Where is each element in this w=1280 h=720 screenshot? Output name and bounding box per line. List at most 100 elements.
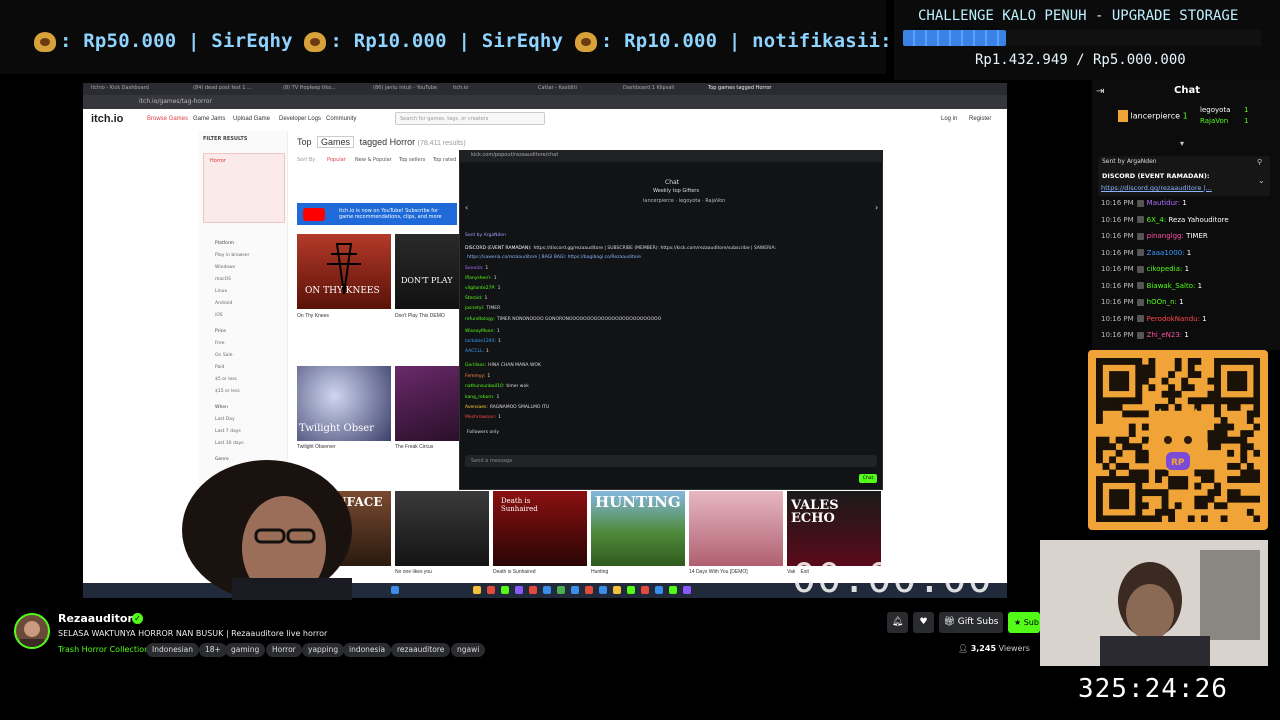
game-thumb-dont-play[interactable]: DON'T PLAY [395, 234, 459, 309]
chat-username[interactable]: PerodokNandu: [1147, 315, 1200, 323]
app-icon[interactable] [683, 586, 691, 594]
chrome-icon[interactable] [557, 586, 565, 594]
gift-subs-button[interactable]: 🎁︎ Gift Subs [939, 612, 1003, 633]
sort-option[interactable]: Popular [327, 157, 346, 163]
follow-button[interactable]: ♥ [913, 612, 934, 633]
browser-tab[interactable]: (84) dead post fest 1 ... [193, 85, 252, 93]
game-title[interactable]: No one likes you [395, 569, 432, 575]
game-thumb-hunting[interactable]: HUNTING [591, 491, 685, 566]
filter-option[interactable]: iOS [215, 313, 223, 318]
app-icon[interactable] [599, 586, 607, 594]
popout-chat-user[interactable]: nathunsunbail10: [465, 384, 504, 389]
popout-chat-user[interactable]: iflanysherri: [465, 276, 492, 281]
app-icon[interactable] [641, 586, 649, 594]
filter-option[interactable]: $5 or less [215, 377, 237, 382]
game-thumb-no-one-likes-you[interactable] [395, 491, 489, 566]
popout-chat-button[interactable]: Chat [859, 474, 877, 483]
game-thumb-14-days[interactable] [689, 491, 783, 566]
filter-option[interactable]: Play in browser [215, 253, 249, 258]
popout-chat-user[interactable]: AACCLL: [465, 349, 484, 354]
filter-tag-label[interactable]: Horror [210, 158, 226, 164]
chevron-right-icon[interactable]: › [875, 203, 878, 212]
popout-message-input[interactable]: Send a message [465, 455, 877, 467]
popout-chat-user[interactable]: DISCORD (EVENT RAMADAN): [465, 246, 532, 251]
app-icon[interactable] [613, 586, 621, 594]
app-icon[interactable] [501, 586, 509, 594]
itch-search-input[interactable]: Search for games, tags, or creators [395, 112, 545, 125]
browser-address-bar[interactable] [83, 95, 1007, 109]
filter-option[interactable]: Paid [215, 365, 224, 370]
app-icon[interactable] [571, 586, 579, 594]
nav-community[interactable]: Community [326, 116, 356, 122]
app-icon[interactable] [585, 586, 593, 594]
app-icon[interactable] [669, 586, 677, 594]
filter-option[interactable]: Last 7 days [215, 429, 241, 434]
popout-chat-user[interactable]: WiseayMoon: [465, 329, 495, 334]
chat-username[interactable]: pinanglgg: [1147, 232, 1184, 240]
popout-chat-user[interactable]: Sent by ArgaNden [465, 233, 506, 238]
stream-tag[interactable]: rezaauditore [391, 643, 451, 657]
nav-browse-games[interactable]: Browse Games [147, 116, 188, 122]
popout-chat-user[interactable]: Meshriawaan: [465, 415, 496, 420]
channel-name[interactable]: Rezaauditore [58, 612, 140, 625]
filter-option[interactable]: Last 30 days [215, 441, 244, 446]
gifter-name[interactable]: legoyota [1200, 106, 1230, 114]
popout-chat-user[interactable]: lactuble1293: [465, 339, 496, 344]
game-title[interactable]: 14 Days With You [DEMO] [689, 569, 748, 575]
folder-icon[interactable] [473, 586, 481, 594]
pinned-link[interactable]: https://discord.gg/rezaauditore |... [1101, 184, 1212, 192]
stream-category[interactable]: Trash Horror Collection [58, 645, 149, 654]
game-title[interactable]: Hunting [591, 569, 608, 575]
game-thumb-death-is-sunhaired[interactable]: Death is Sunhaired [493, 491, 587, 566]
game-title[interactable]: Don't Play This DEMO [395, 313, 445, 319]
sort-option[interactable]: Top sellers [399, 157, 425, 163]
browser-tab[interactable]: (8) TV Hopleep tiko... [283, 85, 336, 93]
game-thumb-twilight-observer[interactable]: Twilight Obser [297, 366, 391, 441]
sort-option[interactable]: Top rated [433, 157, 456, 163]
filter-option[interactable]: Free [215, 341, 225, 346]
app-icon[interactable] [543, 586, 551, 594]
game-title[interactable]: On Thy Knees [297, 313, 329, 319]
nav-game-jams[interactable]: Game Jams [193, 116, 225, 122]
browser-tab[interactable]: Dashboard 1 Klipsali [623, 85, 674, 93]
chat-username[interactable]: cikopedia: [1147, 265, 1183, 273]
collapse-chat-icon[interactable]: ⇥ [1096, 86, 1104, 97]
popout-chat-user[interactable]: vilgilante27P: [465, 286, 496, 291]
chevron-down-icon[interactable]: ▾ [1180, 139, 1184, 148]
popout-chat-user[interactable]: Femmyy: [465, 374, 485, 379]
game-thumb-on-thy-knees[interactable]: ON THY KNEES [297, 234, 391, 309]
filter-option[interactable]: On Sale [215, 353, 232, 358]
avatar[interactable] [14, 613, 50, 649]
notification-bell-button[interactable]: 🔔︎ [887, 612, 908, 633]
login-link[interactable]: Log in [941, 116, 957, 122]
game-title[interactable]: Death is Sunhaired [493, 569, 536, 575]
filter-option[interactable]: macOS [215, 277, 231, 282]
stream-tag[interactable]: yapping [302, 643, 345, 657]
popout-chat-user[interactable]: refundtology: [465, 317, 495, 322]
register-link[interactable]: Register [969, 116, 991, 122]
itch-logo[interactable]: itch.io [91, 113, 123, 125]
browser-tab[interactable]: (86) jantu intuli - YouTube [373, 85, 437, 93]
filter-option[interactable]: Windows [215, 265, 235, 270]
chat-username[interactable]: Zhi_eN23: [1147, 331, 1183, 339]
chat-username[interactable]: Mautidur: [1147, 199, 1180, 207]
game-thumb-vales-echo[interactable]: VALES ECHO [787, 491, 881, 566]
browser-tab[interactable]: Cattar - Kastiliti [538, 85, 577, 93]
filter-option[interactable]: $15 or less [215, 389, 240, 394]
chevron-left-icon[interactable]: ‹ [465, 203, 468, 212]
app-icon[interactable] [627, 586, 635, 594]
browser-tab[interactable]: itch.io [453, 85, 468, 93]
popout-chat-user[interactable]: kang_reborn: [465, 395, 495, 400]
pin-icon[interactable]: ⚲ [1257, 158, 1262, 166]
sort-option[interactable]: New & Popular [355, 157, 392, 163]
gifter-name[interactable]: lancerpierce [1131, 112, 1180, 121]
popout-chat-user[interactable]: Sonoda: [465, 266, 483, 271]
chevron-down-icon[interactable]: ⌄ [1258, 176, 1265, 185]
popout-chat-user[interactable]: jasiretyl: [465, 306, 484, 311]
app-icon[interactable] [515, 586, 523, 594]
browser-tab-active[interactable]: Top games tagged Horror [708, 85, 771, 93]
filter-option[interactable]: Android [215, 301, 232, 306]
subscribe-button[interactable]: ★ Sub [1008, 612, 1040, 633]
popout-chat-user[interactable]: Gorillaxs: [465, 363, 486, 368]
app-icon[interactable] [487, 586, 495, 594]
